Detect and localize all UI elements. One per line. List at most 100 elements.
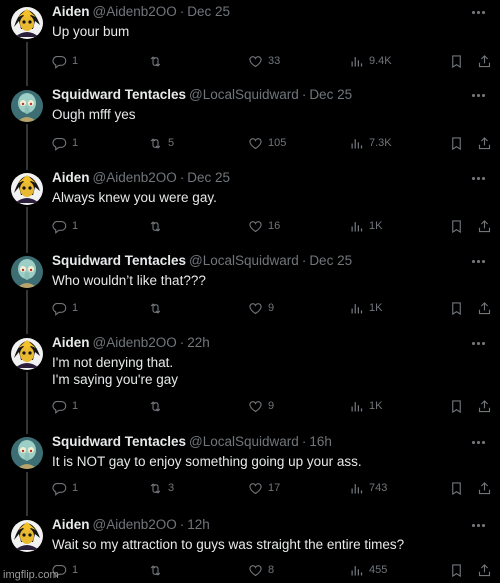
- views-button[interactable]: 1K: [349, 300, 382, 316]
- reply-button[interactable]: 1: [52, 300, 78, 316]
- timestamp[interactable]: Dec 25: [309, 87, 352, 102]
- action-bar: 1 33 9.4K: [52, 53, 492, 69]
- views-button[interactable]: 9.4K: [349, 53, 392, 69]
- timestamp[interactable]: Dec 25: [187, 170, 230, 185]
- like-button[interactable]: 8: [248, 562, 274, 578]
- share-button[interactable]: [477, 218, 492, 234]
- views-button[interactable]: 455: [349, 562, 387, 578]
- like-button[interactable]: 33: [248, 53, 280, 69]
- timestamp[interactable]: 22h: [187, 335, 210, 350]
- aiden-avatar[interactable]: [11, 520, 43, 552]
- bookmark-button[interactable]: [449, 218, 464, 234]
- retweet-button[interactable]: 3: [148, 480, 174, 496]
- more-options-icon[interactable]: [470, 7, 486, 17]
- reply-button[interactable]: 1: [52, 480, 78, 496]
- handle[interactable]: @Aidenb2OO: [93, 4, 177, 19]
- action-bar: 1 3 17 743: [52, 480, 492, 496]
- analytics-icon: [351, 221, 363, 231]
- share-button[interactable]: [477, 480, 492, 496]
- handle[interactable]: @LocalSquidward: [189, 253, 299, 268]
- aiden-avatar[interactable]: [11, 338, 43, 370]
- more-options-icon[interactable]: [470, 437, 486, 447]
- display-name[interactable]: Aiden: [52, 517, 90, 532]
- share-button[interactable]: [477, 562, 492, 578]
- views-count: 1K: [369, 400, 383, 412]
- handle[interactable]: @Aidenb2OO: [93, 517, 177, 532]
- bookmark-button[interactable]: [449, 53, 464, 69]
- reply-button[interactable]: 1: [52, 53, 78, 69]
- timestamp[interactable]: Dec 25: [309, 253, 352, 268]
- bookmark-button[interactable]: [449, 300, 464, 316]
- action-bar: 1 9 1K: [52, 398, 492, 414]
- post-header: Aiden @Aidenb2OO · Dec 25: [52, 169, 230, 187]
- retweet-button[interactable]: [148, 53, 168, 69]
- more-options-icon[interactable]: [470, 90, 486, 100]
- handle[interactable]: @Aidenb2OO: [93, 170, 177, 185]
- like-button[interactable]: 9: [248, 398, 274, 414]
- share-icon: [478, 563, 491, 576]
- share-button[interactable]: [477, 53, 492, 69]
- timestamp[interactable]: 12h: [187, 517, 210, 532]
- timestamp[interactable]: 16h: [309, 434, 332, 449]
- retweet-button[interactable]: 5: [148, 135, 174, 151]
- more-options-icon[interactable]: [470, 520, 486, 530]
- separator-dot: ·: [301, 87, 307, 102]
- post-text-line: It is NOT gay to enjoy something going u…: [52, 454, 362, 469]
- display-name[interactable]: Aiden: [52, 170, 90, 185]
- retweet-icon: [150, 55, 161, 67]
- analytics-icon: [351, 303, 363, 313]
- like-button[interactable]: 17: [248, 480, 280, 496]
- retweet-count: 5: [168, 137, 175, 149]
- bookmark-button[interactable]: [449, 562, 464, 578]
- handle[interactable]: @LocalSquidward: [189, 87, 299, 102]
- display-name[interactable]: Aiden: [52, 335, 90, 350]
- display-name[interactable]: Squidward Tentacles: [52, 87, 186, 102]
- retweet-button[interactable]: [148, 218, 168, 234]
- like-button[interactable]: 16: [248, 218, 280, 234]
- bookmark-button[interactable]: [449, 398, 464, 414]
- more-options-icon[interactable]: [470, 173, 486, 183]
- retweet-button[interactable]: [148, 562, 168, 578]
- share-button[interactable]: [477, 135, 492, 151]
- share-icon: [478, 399, 491, 412]
- heart-icon: [249, 55, 262, 67]
- analytics-icon: [351, 138, 363, 148]
- reply-button[interactable]: 1: [52, 398, 78, 414]
- views-button[interactable]: 7.3K: [349, 135, 392, 151]
- handle[interactable]: @LocalSquidward: [189, 434, 299, 449]
- like-button[interactable]: 9: [248, 300, 274, 316]
- separator-dot: ·: [179, 170, 185, 185]
- squidward-avatar[interactable]: [11, 90, 43, 122]
- more-options-icon[interactable]: [470, 256, 486, 266]
- views-button[interactable]: 1K: [349, 218, 382, 234]
- reply-count: 1: [72, 302, 79, 314]
- views-button[interactable]: 743: [349, 480, 387, 496]
- reply-count: 1: [72, 55, 79, 67]
- retweet-button[interactable]: [148, 300, 168, 316]
- bookmark-button[interactable]: [449, 135, 464, 151]
- squidward-avatar[interactable]: [11, 437, 43, 469]
- heart-icon: [249, 302, 262, 314]
- squidward-avatar[interactable]: [11, 256, 43, 288]
- share-button[interactable]: [477, 398, 492, 414]
- aiden-avatar[interactable]: [11, 7, 43, 39]
- reply-button[interactable]: 1: [52, 135, 78, 151]
- display-name[interactable]: Squidward Tentacles: [52, 434, 186, 449]
- views-count: 743: [369, 482, 388, 494]
- timestamp[interactable]: Dec 25: [187, 4, 230, 19]
- handle[interactable]: @Aidenb2OO: [93, 335, 177, 350]
- display-name[interactable]: Aiden: [52, 4, 90, 19]
- display-name[interactable]: Squidward Tentacles: [52, 253, 186, 268]
- like-button[interactable]: 105: [248, 135, 286, 151]
- more-options-icon[interactable]: [470, 338, 486, 348]
- reply-button[interactable]: 1: [52, 218, 78, 234]
- bookmark-button[interactable]: [449, 480, 464, 496]
- aiden-avatar[interactable]: [11, 173, 43, 205]
- separator-dot: ·: [301, 434, 307, 449]
- retweet-button[interactable]: [148, 398, 168, 414]
- retweet-icon: [150, 564, 161, 576]
- post-text-line: Ough mfff yes: [52, 107, 136, 122]
- share-button[interactable]: [477, 300, 492, 316]
- views-button[interactable]: 1K: [349, 398, 382, 414]
- reply-icon: [52, 400, 67, 414]
